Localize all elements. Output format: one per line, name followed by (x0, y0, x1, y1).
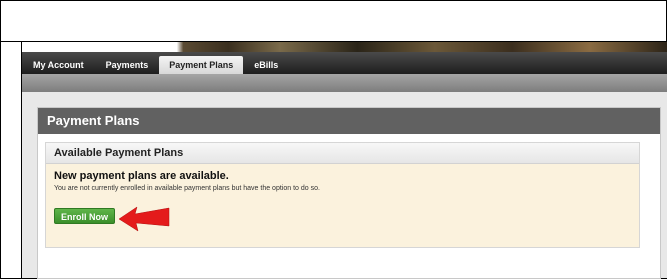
blank-header-area (1, 1, 666, 42)
browser-capture: My Account Payments Payment Plans eBills… (21, 42, 667, 279)
content-area: Payment Plans Available Payment Plans Ne… (22, 92, 667, 279)
nav-item-payments[interactable]: Payments (95, 56, 160, 74)
screenshot-frame: My Account Payments Payment Plans eBills… (0, 0, 667, 279)
enroll-now-button[interactable]: Enroll Now (54, 208, 115, 224)
available-plans-section: Available Payment Plans New payment plan… (45, 142, 640, 248)
main-nav: My Account Payments Payment Plans eBills (22, 52, 667, 74)
section-title: Available Payment Plans (46, 143, 639, 164)
panel-title: Payment Plans (38, 108, 660, 134)
plans-notice: New payment plans are available. You are… (46, 164, 639, 247)
payment-plans-panel: Payment Plans Available Payment Plans Ne… (37, 107, 661, 279)
nav-item-ebills[interactable]: eBills (243, 56, 289, 74)
nav-item-payment-plans[interactable]: Payment Plans (159, 56, 244, 74)
sub-nav-bar (22, 74, 667, 92)
header-banner-image (22, 42, 667, 52)
notice-heading: New payment plans are available. (54, 170, 229, 182)
red-arrow-icon (118, 206, 170, 232)
notice-message: You are not currently enrolled in availa… (54, 185, 320, 192)
nav-item-my-account[interactable]: My Account (22, 56, 95, 74)
